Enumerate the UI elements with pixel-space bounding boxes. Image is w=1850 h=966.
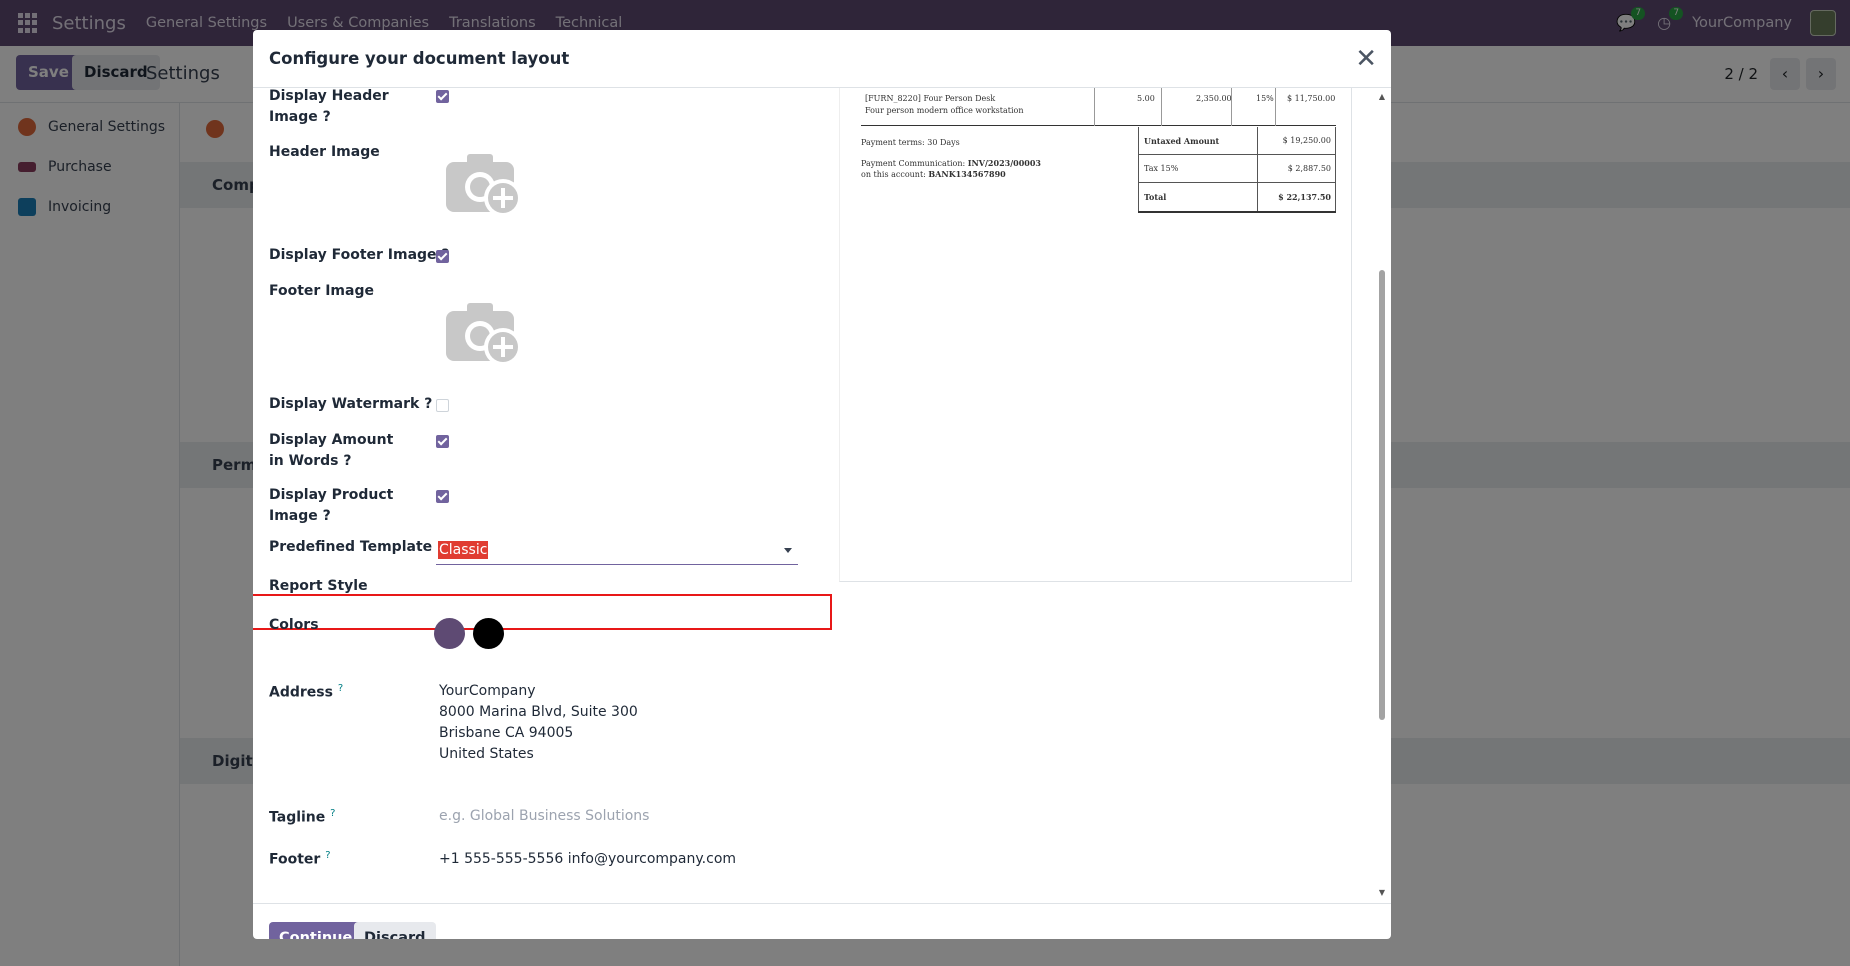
address-line: 8000 Marina Blvd, Suite 300 [439, 704, 638, 720]
display-product-image-label: Display Product Image ? [269, 487, 394, 524]
scroll-down-icon[interactable]: ▼ [1377, 888, 1387, 897]
continue-button[interactable]: Continue [269, 922, 363, 939]
scrollbar-thumb[interactable] [1379, 270, 1385, 720]
predefined-template-value: Classic [438, 541, 489, 559]
chevron-down-icon [784, 548, 792, 553]
preview-payment-communication: Payment Communication: INV/2023/00003 [861, 158, 1041, 168]
footer-label: Footer ? [269, 850, 331, 868]
preview-description: Four person modern office workstation [865, 106, 1024, 115]
document-preview: [FURN_8220] Four Person Desk Four person… [839, 88, 1352, 582]
tagline-label: Tagline ? [269, 808, 336, 826]
dialog-scrollbar[interactable]: ▲ ▼ [1377, 88, 1387, 903]
display-footer-image-label: Display Footer Image ? [269, 247, 450, 263]
footer-input[interactable]: +1 555-555-5556 info@yourcompany.com [439, 849, 736, 870]
dialog-body: Display Header Image ? Header Image Disp… [253, 88, 1391, 903]
address-line: Brisbane CA 94005 [439, 725, 574, 741]
display-product-image-checkbox[interactable] [436, 490, 449, 503]
address-line: YourCompany [439, 683, 536, 699]
display-amount-words-checkbox[interactable] [436, 435, 449, 448]
display-header-image-checkbox[interactable] [436, 90, 449, 103]
preview-qty: 5.00 [1137, 94, 1155, 103]
address-lines: YourCompany 8000 Marina Blvd, Suite 300 … [439, 681, 638, 765]
dialog-title: Configure your document layout [269, 49, 570, 68]
preview-col-divider [1094, 88, 1095, 126]
address-help-icon[interactable]: ? [338, 683, 343, 694]
primary-color-swatch[interactable] [434, 618, 465, 649]
preview-totals: Untaxed Amount $ 19,250.00 Tax 15% $ 2,8… [1138, 127, 1336, 213]
display-watermark-checkbox[interactable] [436, 399, 449, 412]
close-icon[interactable]: ✕ [1355, 44, 1377, 74]
colors-label: Colors [269, 617, 319, 633]
preview-line-table: [FURN_8220] Four Person Desk Four person… [861, 88, 1336, 126]
preview-payment-terms: Payment terms: 30 Days [861, 138, 960, 147]
dialog-footer: Continue Discard [253, 903, 1391, 939]
report-style-label: Report Style [269, 578, 368, 594]
preview-amount: $ 11,750.00 [1287, 94, 1336, 103]
display-header-image-label: Display Header Image ? [269, 88, 389, 125]
display-amount-words-label: Display Amount in Words ? [269, 432, 394, 469]
document-layout-dialog: Configure your document layout ✕ Display… [253, 30, 1391, 939]
dialog-discard-button[interactable]: Discard [354, 922, 436, 939]
preview-account: on this account: BANK134567890 [861, 169, 1006, 179]
preview-total-row: Tax 15% $ 2,887.50 [1138, 155, 1336, 183]
tagline-help-icon[interactable]: ? [330, 808, 335, 819]
secondary-color-swatch[interactable] [473, 618, 504, 649]
footer-image-upload-icon[interactable] [445, 299, 525, 369]
preview-tax: 15% [1256, 94, 1274, 103]
preview-col-divider [1161, 88, 1162, 126]
scroll-up-icon[interactable]: ▲ [1377, 92, 1387, 101]
header-image-label: Header Image [269, 144, 380, 160]
preview-col-divider [1275, 88, 1276, 126]
tagline-input[interactable]: e.g. Global Business Solutions [439, 806, 649, 827]
header-image-upload-icon[interactable] [445, 150, 525, 220]
preview-product: [FURN_8220] Four Person Desk [865, 94, 996, 103]
preview-total-row: Untaxed Amount $ 19,250.00 [1138, 127, 1336, 155]
footer-help-icon[interactable]: ? [325, 850, 330, 861]
address-line: United States [439, 746, 534, 762]
dialog-header: Configure your document layout ✕ [253, 30, 1391, 88]
display-watermark-label: Display Watermark ? [269, 396, 433, 412]
footer-image-label: Footer Image [269, 283, 374, 299]
address-label: Address ? [269, 683, 344, 701]
display-footer-image-checkbox[interactable] [436, 250, 449, 263]
predefined-template-label: Predefined Template [269, 539, 433, 555]
preview-total-row: Total $ 22,137.50 [1138, 183, 1336, 211]
predefined-template-highlight [253, 594, 832, 630]
preview-price: 2,350.00 [1196, 94, 1232, 103]
predefined-template-select[interactable]: Classic [436, 539, 798, 565]
